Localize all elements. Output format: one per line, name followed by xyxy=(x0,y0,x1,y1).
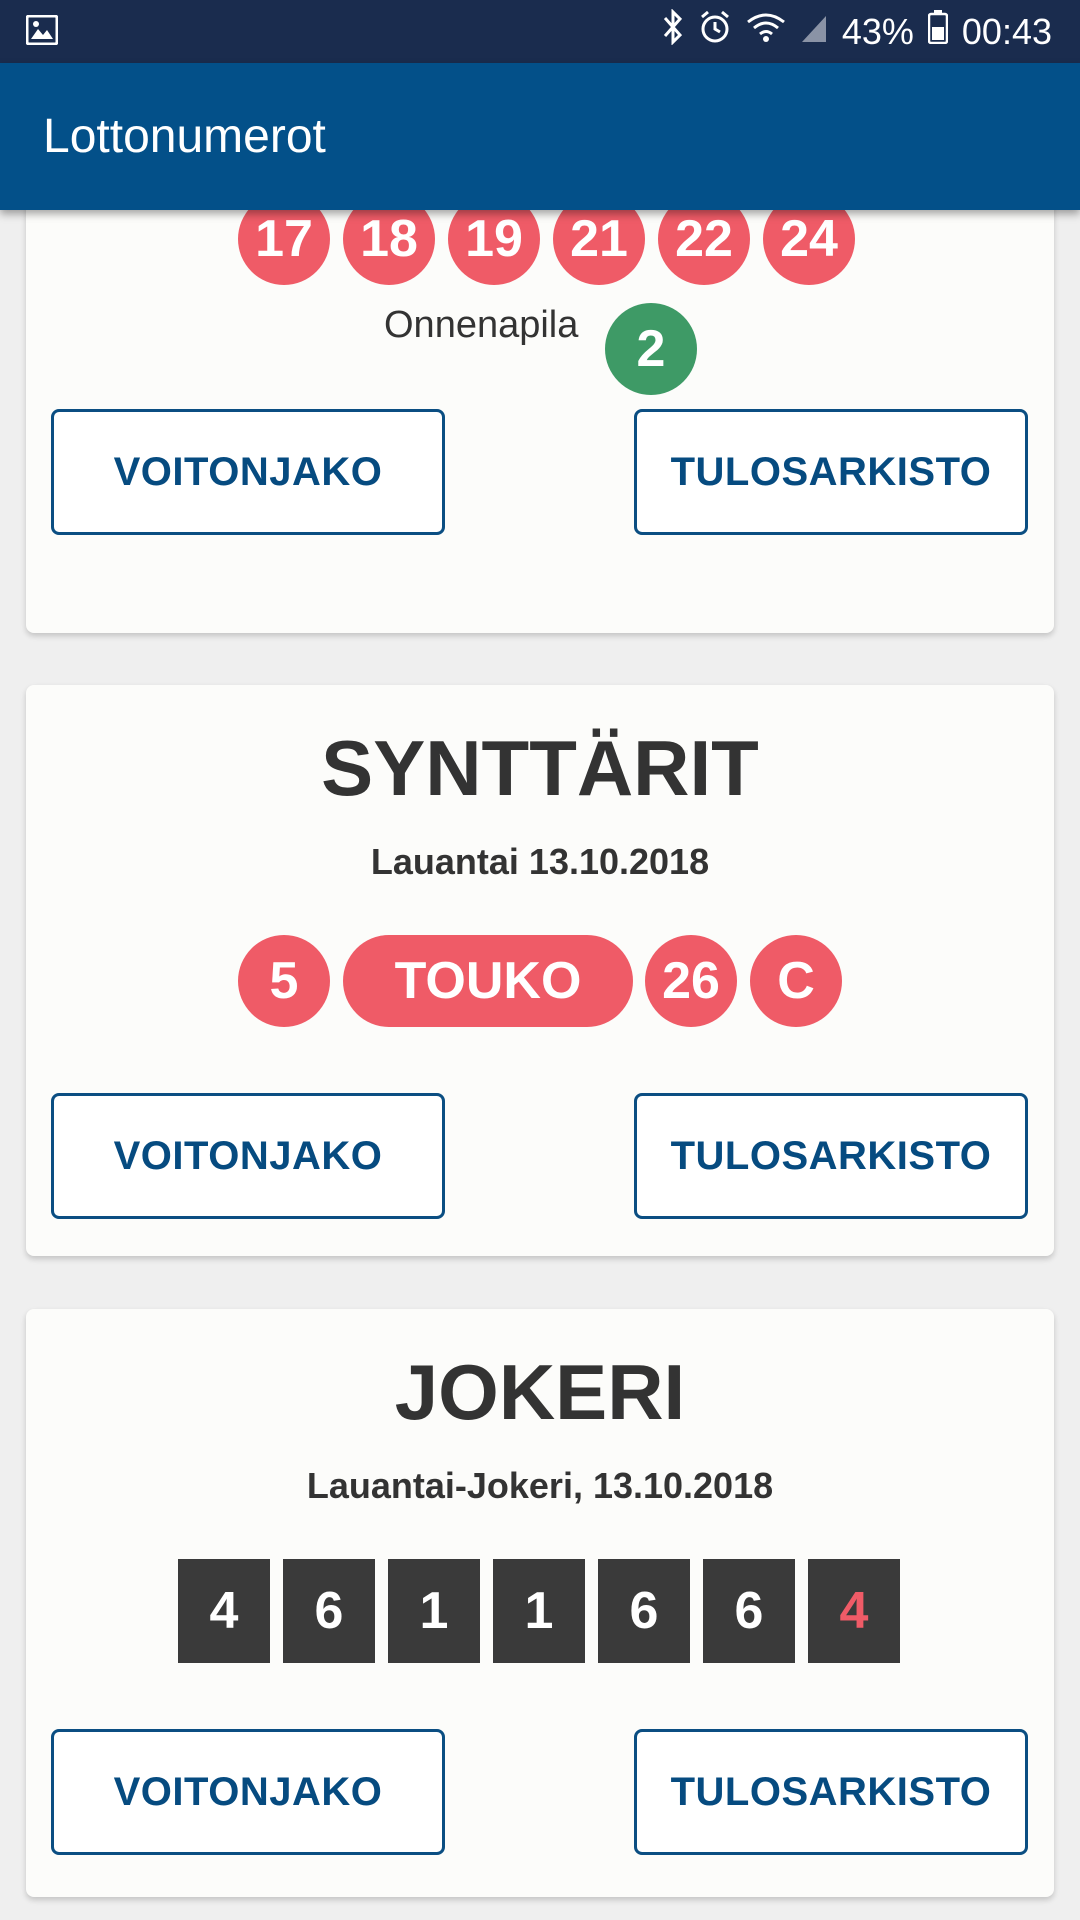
lotto-ball: 17 xyxy=(238,210,330,285)
clover-label: Onnenapila xyxy=(384,304,579,346)
lotto-ball: 24 xyxy=(763,210,855,285)
jokeri-digit: 1 xyxy=(388,1559,480,1663)
month-ball: TOUKO xyxy=(343,935,633,1027)
lotto-card: 17 18 19 21 22 24 Onnenapila 2 VOITONJAK… xyxy=(26,210,1054,633)
alarm-icon xyxy=(698,10,732,53)
card-title: SYNTTÄRIT xyxy=(321,724,759,812)
image-icon xyxy=(25,14,59,46)
number-ball: 26 xyxy=(645,935,737,1027)
letter-ball: C xyxy=(750,935,842,1027)
battery-icon xyxy=(927,10,949,53)
synttarit-card: SYNTTÄRIT Lauantai 13.10.2018 5 TOUKO 26… xyxy=(26,685,1054,1256)
jokeri-digit: 1 xyxy=(493,1559,585,1663)
jokeri-digit: 6 xyxy=(598,1559,690,1663)
prize-distribution-button[interactable]: VOITONJAKO xyxy=(51,1729,445,1855)
lotto-ball: 22 xyxy=(658,210,750,285)
app-bar: Lottonumerot xyxy=(0,63,1080,210)
clover-ball: 2 xyxy=(605,303,697,395)
clock: 00:43 xyxy=(961,10,1052,52)
results-archive-button[interactable]: TULOSARKISTO xyxy=(634,409,1028,535)
signal-icon xyxy=(800,11,828,53)
draw-date: Lauantai-Jokeri, 13.10.2018 xyxy=(306,1465,774,1506)
jokeri-card: JOKERI Lauantai-Jokeri, 13.10.2018 4 6 1… xyxy=(26,1309,1054,1897)
prize-distribution-button[interactable]: VOITONJAKO xyxy=(51,409,445,535)
lotto-ball: 18 xyxy=(343,210,435,285)
results-archive-button[interactable]: TULOSARKISTO xyxy=(634,1093,1028,1219)
card-title: JOKERI xyxy=(394,1348,686,1436)
bluetooth-icon xyxy=(662,8,684,54)
jokeri-digit: 4 xyxy=(178,1559,270,1663)
results-list[interactable]: 17 18 19 21 22 24 Onnenapila 2 VOITONJAK… xyxy=(0,210,1080,1920)
wifi-icon xyxy=(746,11,786,53)
status-bar: 43% 00:43 xyxy=(0,0,1080,63)
day-ball: 5 xyxy=(238,935,330,1027)
results-archive-button[interactable]: TULOSARKISTO xyxy=(634,1729,1028,1855)
lotto-ball: 19 xyxy=(448,210,540,285)
draw-date: Lauantai 13.10.2018 xyxy=(370,841,710,882)
prize-distribution-button[interactable]: VOITONJAKO xyxy=(51,1093,445,1219)
lotto-ball: 21 xyxy=(553,210,645,285)
jokeri-digit: 6 xyxy=(703,1559,795,1663)
jokeri-digit-last: 4 xyxy=(808,1559,900,1663)
battery-percentage: 43% xyxy=(841,10,914,52)
app-title: Lottonumerot xyxy=(43,110,326,163)
jokeri-digit: 6 xyxy=(283,1559,375,1663)
